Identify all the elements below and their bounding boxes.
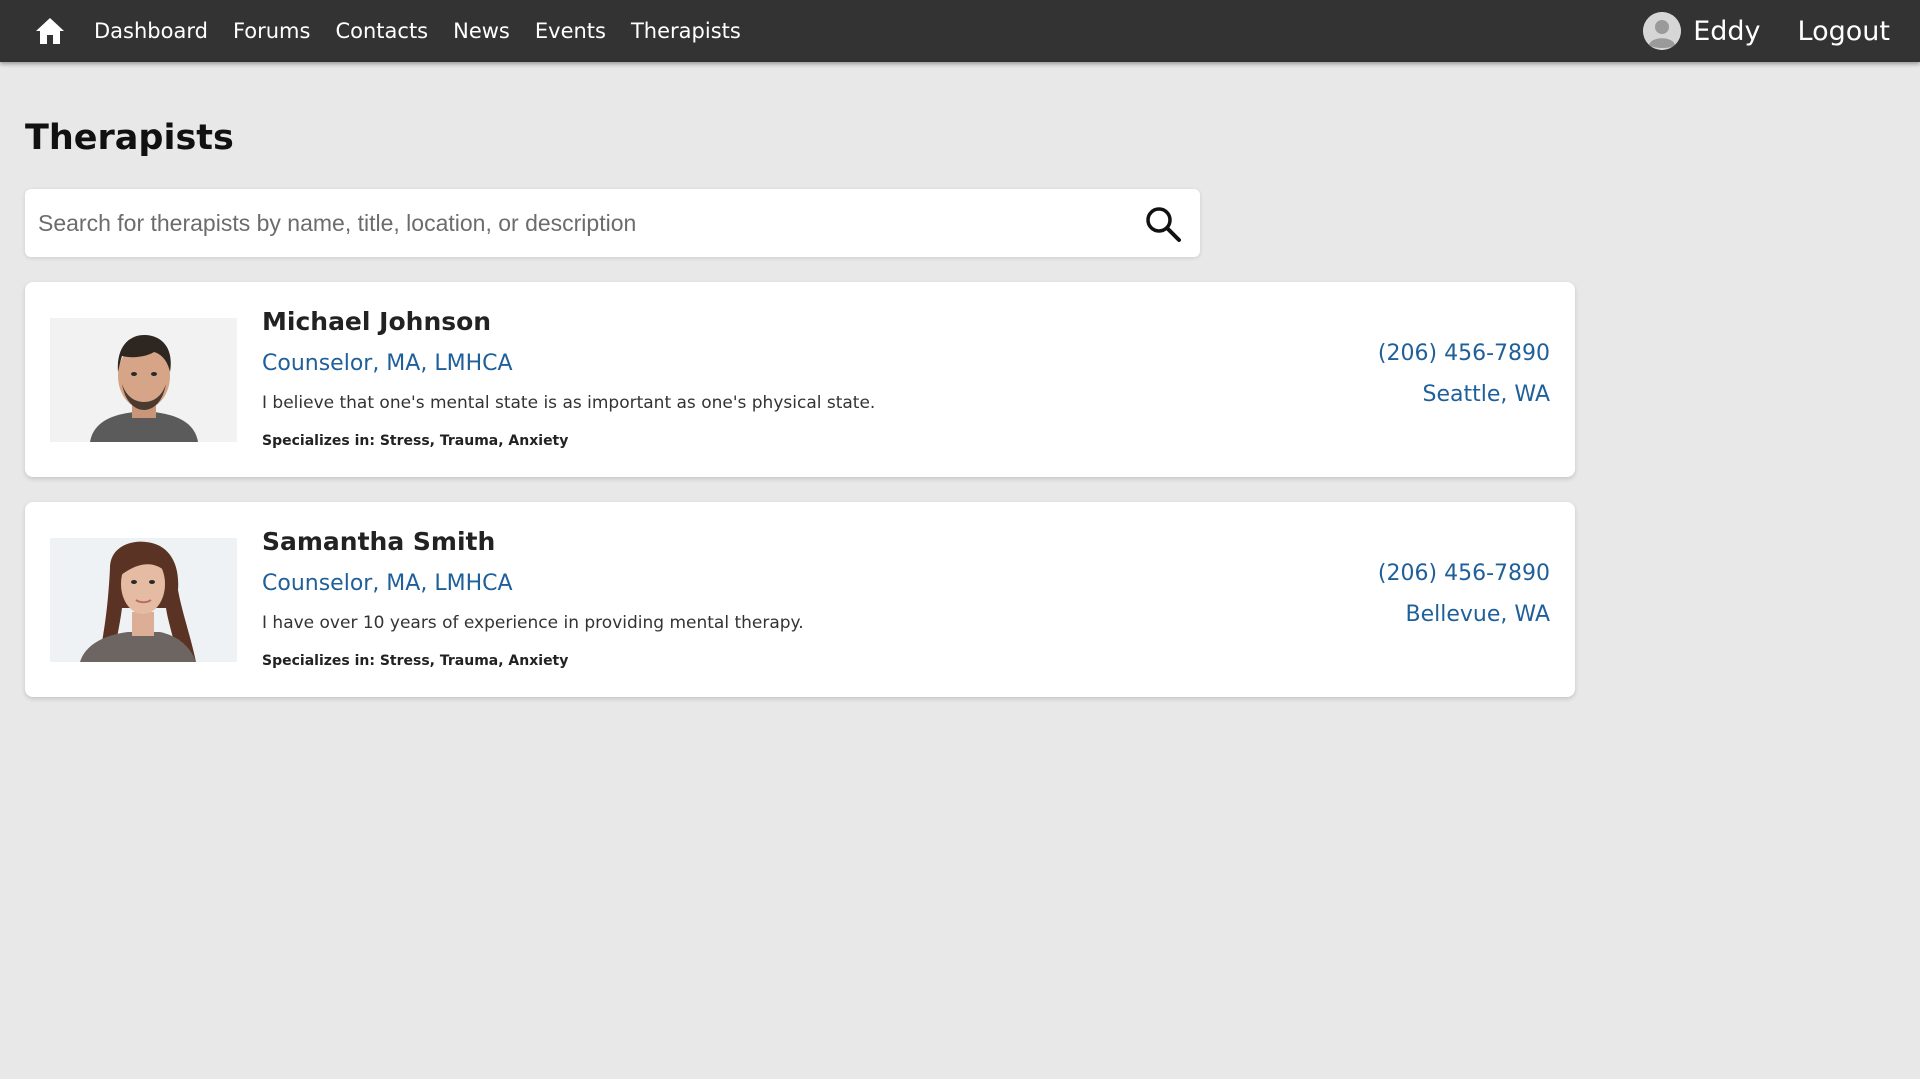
therapist-name[interactable]: Michael Johnson <box>262 307 491 336</box>
top-navbar: Dashboard Forums Contacts News Events Th… <box>0 0 1920 62</box>
nav-news[interactable]: News <box>453 19 510 43</box>
user-menu: Eddy Logout <box>1643 0 1890 62</box>
main-nav: Dashboard Forums Contacts News Events Th… <box>94 0 766 62</box>
nav-therapists[interactable]: Therapists <box>631 19 741 43</box>
therapist-title: Counselor, MA, LMHCA <box>262 351 513 376</box>
avatar[interactable] <box>1643 12 1682 50</box>
logout-link[interactable]: Logout <box>1798 16 1890 47</box>
specialties-list: Stress, Trauma, Anxiety <box>379 653 569 669</box>
user-name[interactable]: Eddy <box>1693 16 1760 47</box>
therapist-title: Counselor, MA, LMHCA <box>262 571 513 596</box>
therapist-location: Bellevue, WA <box>1405 602 1550 627</box>
therapist-description: I believe that one's mental state is as … <box>262 393 876 413</box>
therapist-photo <box>50 538 237 662</box>
therapist-specialties: Specializes in: Stress, Trauma, Anxiety <box>262 433 568 449</box>
home-button[interactable] <box>33 14 67 48</box>
specialties-list: Stress, Trauma, Anxiety <box>379 433 569 449</box>
user-avatar-icon <box>1643 12 1682 50</box>
nav-forums[interactable]: Forums <box>233 19 311 43</box>
nav-events[interactable]: Events <box>535 19 606 43</box>
nav-dashboard[interactable]: Dashboard <box>94 19 208 43</box>
search-icon[interactable] <box>1144 205 1182 243</box>
home-icon <box>36 18 64 44</box>
therapist-photo <box>50 318 237 442</box>
therapist-phone[interactable]: (206) 456-7890 <box>1378 341 1550 366</box>
search-bar <box>25 189 1200 257</box>
therapist-phone[interactable]: (206) 456-7890 <box>1378 561 1550 586</box>
nav-contacts[interactable]: Contacts <box>335 19 428 43</box>
therapist-description: I have over 10 years of experience in pr… <box>262 613 804 633</box>
therapist-specialties: Specializes in: Stress, Trauma, Anxiety <box>262 653 568 669</box>
woman-portrait-icon <box>50 538 237 662</box>
therapist-name[interactable]: Samantha Smith <box>262 527 495 556</box>
specializes-label: Specializes in: <box>262 653 375 669</box>
therapist-location: Seattle, WA <box>1422 382 1550 407</box>
page-title: Therapists <box>25 118 234 158</box>
specializes-label: Specializes in: <box>262 433 375 449</box>
search-input[interactable] <box>25 189 1105 257</box>
man-portrait-icon <box>50 318 237 442</box>
therapist-card[interactable]: Michael Johnson Counselor, MA, LMHCA I b… <box>25 282 1575 477</box>
therapist-card[interactable]: Samantha Smith Counselor, MA, LMHCA I ha… <box>25 502 1575 697</box>
